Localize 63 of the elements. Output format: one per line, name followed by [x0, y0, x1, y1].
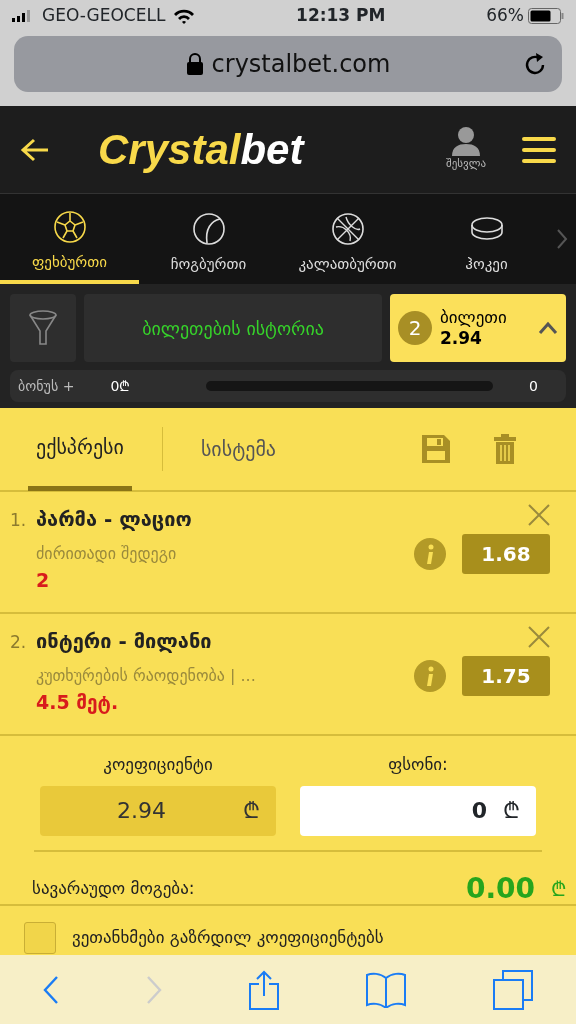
- url-text: crystalbet.com: [211, 49, 391, 80]
- bet-pick: 4.5 მეტ.: [36, 690, 120, 716]
- bet-pick: 2: [36, 568, 51, 593]
- stake-label: ფსონი:: [387, 753, 449, 776]
- market-name: კუთხურების რაოდენობა | ...: [36, 665, 257, 687]
- ticket-button[interactable]: 2 ბილეთი 2.94: [390, 294, 566, 362]
- ticket-label: ბილეთი: [440, 306, 507, 328]
- info-icon[interactable]: [414, 660, 446, 692]
- chevron-right-icon[interactable]: [556, 228, 568, 250]
- match-title: პარმა - ლაციო: [36, 506, 193, 533]
- forward-chevron-icon[interactable]: [146, 974, 163, 1005]
- ticket-count: 2: [398, 311, 432, 345]
- lock-icon: [185, 52, 204, 76]
- battery-icon: [528, 8, 564, 24]
- basketball-icon: [331, 212, 364, 245]
- slip-tab[interactable]: ექსპრესი: [28, 407, 132, 491]
- stake-value: 0: [471, 797, 487, 825]
- user-icon: [450, 126, 482, 157]
- sport-tab[interactable]: კალათბურთი: [278, 194, 417, 284]
- logo: Crystalbet: [98, 125, 304, 175]
- winnings-currency: ₾: [551, 875, 566, 903]
- bet-number: 1.: [10, 509, 28, 532]
- sport-tab[interactable]: ჩოგბურთი: [139, 194, 278, 284]
- carrier-name: GEO-GEOCELL: [42, 4, 166, 28]
- winnings-label: სავარაუდო მოგება:: [32, 876, 195, 900]
- menu-icon[interactable]: [522, 135, 556, 164]
- bonus-label: ბონუს +: [18, 376, 75, 396]
- trash-icon[interactable]: [494, 434, 516, 464]
- stake-currency: ₾: [503, 797, 520, 825]
- agree-checkbox[interactable]: [24, 922, 56, 954]
- clock: 12:13 PM: [295, 4, 387, 28]
- agree-label: ვეთანხმები გაზრდილ კოეფიციენტებს: [72, 926, 384, 950]
- close-icon[interactable]: [528, 626, 550, 648]
- slip-tab[interactable]: სისტემა: [192, 407, 284, 491]
- address-bar[interactable]: crystalbet.com: [14, 36, 562, 92]
- tabs-icon[interactable]: [492, 969, 533, 1010]
- coefficient-value: 2.94: [117, 797, 166, 825]
- bonus-end: 0: [529, 376, 538, 396]
- match-title: ინტერი - მილანი: [36, 628, 213, 655]
- ticket-odds: 2.94: [440, 328, 482, 350]
- soccer-ball-icon: [53, 210, 86, 243]
- tennis-ball-icon: [192, 212, 225, 245]
- history-button[interactable]: ბილეთების ისტორია: [84, 294, 382, 362]
- wifi-icon: [173, 8, 196, 24]
- back-chevron-icon[interactable]: [43, 974, 60, 1005]
- stake-input[interactable]: 0 ₾: [300, 785, 536, 836]
- bonus-start: 0₾: [110, 376, 131, 396]
- filter-button[interactable]: [10, 294, 76, 362]
- coefficient-currency: ₾: [243, 797, 260, 825]
- back-arrow-icon[interactable]: [20, 136, 50, 163]
- winnings-value: 0.00: [465, 870, 535, 907]
- sport-tab[interactable]: ჰოკეი: [417, 194, 556, 284]
- save-icon[interactable]: [422, 435, 450, 463]
- bookmarks-icon[interactable]: [365, 971, 406, 1008]
- close-icon[interactable]: [528, 504, 550, 526]
- share-icon[interactable]: [249, 969, 279, 1010]
- coefficient-label: კოეფიციენტი: [102, 753, 214, 776]
- funnel-icon: [28, 310, 58, 346]
- info-icon[interactable]: [414, 538, 446, 570]
- market-name: ძირითადი შედეგი: [36, 543, 178, 565]
- login-button[interactable]: შესვლა: [446, 126, 486, 173]
- battery-percent: 66%: [486, 4, 524, 28]
- bet-number: 2.: [10, 631, 28, 654]
